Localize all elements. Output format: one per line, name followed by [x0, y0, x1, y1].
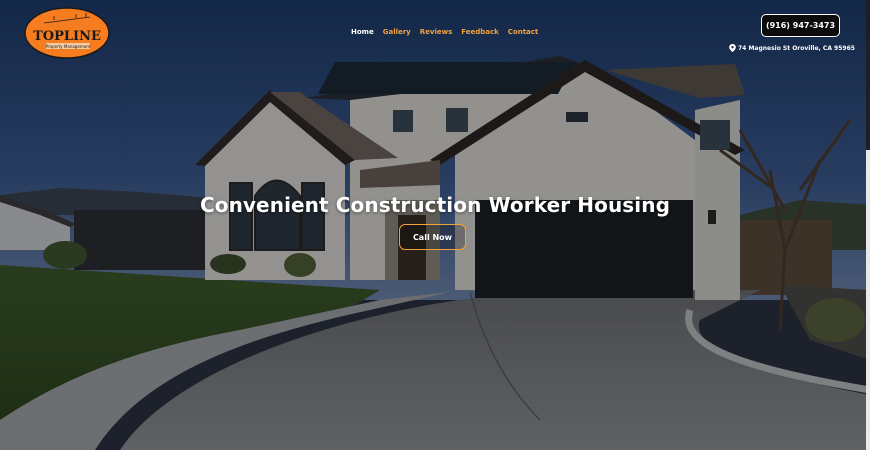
hero-headline: Convenient Construction Worker Housing: [199, 193, 671, 217]
address[interactable]: 74 Magnesio St Oroville, CA 95965: [729, 44, 855, 52]
logo-subtext: Property Management: [46, 44, 91, 49]
main-nav: Home Gallery Reviews Feedback Contact: [351, 28, 538, 36]
logo-text: TOPLINE: [33, 29, 101, 44]
scrollbar-thumb[interactable]: [866, 150, 870, 450]
page: TOPLINE Property Management Home Gallery…: [0, 0, 870, 450]
phone-button[interactable]: (916) 947-3473: [761, 14, 840, 37]
address-text: 74 Magnesio St Oroville, CA 95965: [738, 44, 855, 52]
nav-gallery[interactable]: Gallery: [383, 28, 411, 36]
map-pin-icon: [729, 44, 736, 52]
nav-contact[interactable]: Contact: [508, 28, 539, 36]
scrollbar-track[interactable]: [866, 0, 870, 450]
nav-home[interactable]: Home: [351, 28, 374, 36]
call-now-button[interactable]: Call Now: [399, 224, 466, 250]
nav-reviews[interactable]: Reviews: [420, 28, 452, 36]
nav-feedback[interactable]: Feedback: [461, 28, 499, 36]
topline-logo[interactable]: TOPLINE Property Management: [24, 7, 110, 59]
